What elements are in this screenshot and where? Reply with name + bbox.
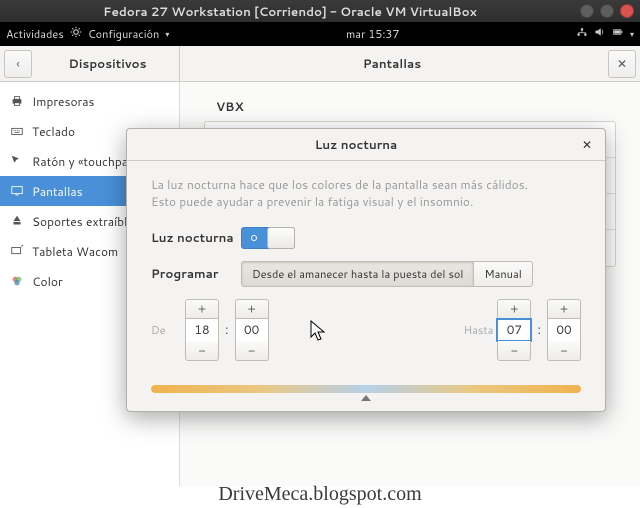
schedule-manual-button[interactable]: Manual (474, 261, 532, 287)
activities-button[interactable]: Actividades (6, 26, 64, 42)
window-maximize-button[interactable] (600, 4, 614, 18)
settings-header: ‹ Dispositivos Pantallas ✕ (0, 46, 640, 82)
schedule-auto-button[interactable]: Desde el amanecer hasta la puesta del so… (241, 261, 474, 287)
to-label: Hasta (453, 322, 493, 338)
settings-icon (70, 26, 82, 42)
toggle-on-indicator-icon (251, 235, 257, 241)
colon: : (537, 321, 541, 339)
volume-icon[interactable] (594, 26, 606, 42)
window-close-button[interactable] (620, 4, 634, 18)
to-minute-input[interactable]: 00 (547, 319, 581, 341)
display-name: VBX (216, 98, 616, 115)
from-hour-down-button[interactable]: − (185, 341, 219, 361)
from-time-group: + 18 − : + 00 − (185, 299, 269, 361)
watermark: DriveMeca.blogspot.com (0, 483, 640, 506)
from-minute-input[interactable]: 00 (235, 319, 269, 341)
dialog-description: La luz nocturna hace que los colores de … (151, 177, 581, 211)
window-minimize-button[interactable] (580, 4, 594, 18)
to-minute-spinner: + 00 − (547, 299, 581, 361)
from-hour-input[interactable]: 18 (185, 319, 219, 341)
display-icon (10, 184, 24, 198)
sidebar-item-label: Ratón y «touchpad» (32, 153, 140, 170)
mouse-icon (10, 154, 24, 168)
slider-caret-icon (361, 395, 371, 401)
from-hour-spinner: + 18 − (185, 299, 219, 361)
battery-icon[interactable] (612, 26, 624, 42)
drive-icon (10, 214, 24, 228)
to-hour-spinner: + 07 − (497, 299, 531, 361)
close-icon: ✕ (617, 55, 627, 72)
from-minute-down-button[interactable]: − (235, 341, 269, 361)
sidebar-title: Dispositivos (36, 55, 179, 72)
sidebar-item-label: Teclado (32, 123, 75, 140)
chevron-down-icon[interactable]: ▾ (630, 28, 634, 40)
sidebar-item-label: Color (32, 273, 63, 290)
to-hour-down-button[interactable]: − (497, 341, 531, 361)
sidebar-item-label: Pantallas (32, 183, 83, 200)
sidebar-item-label: Impresoras (32, 93, 94, 110)
back-button[interactable]: ‹ (4, 50, 32, 78)
virtualbox-titlebar: Fedora 27 Workstation [Corriendo] - Orac… (0, 0, 640, 22)
clock[interactable]: mar 15:37 (169, 26, 576, 42)
night-light-label: Luz nocturna (151, 229, 241, 246)
to-hour-up-button[interactable]: + (497, 299, 531, 319)
dialog-close-button[interactable]: ✕ (577, 135, 597, 155)
to-minute-up-button[interactable]: + (547, 299, 581, 319)
to-time-group: + 07 − : + 00 − (497, 299, 581, 361)
printer-icon (10, 94, 24, 108)
sidebar-item-label: Tableta Wacom (32, 243, 118, 260)
color-icon (10, 274, 24, 288)
settings-close-button[interactable]: ✕ (608, 50, 636, 78)
keyboard-icon (10, 124, 24, 138)
night-light-dialog: Luz nocturna ✕ La luz nocturna hace que … (126, 128, 606, 412)
to-minute-down-button[interactable]: − (547, 341, 581, 361)
from-hour-up-button[interactable]: + (185, 299, 219, 319)
virtualbox-title: Fedora 27 Workstation [Corriendo] - Orac… (6, 3, 574, 20)
close-icon: ✕ (582, 136, 592, 153)
page-title: Pantallas (180, 55, 604, 72)
sidebar-item-label: Soportes extraíbles (32, 213, 140, 230)
dialog-title: Luz nocturna (135, 136, 577, 153)
sidebar-item-printers[interactable]: Impresoras (0, 86, 179, 116)
gnome-top-bar: Actividades Configuración ▾ mar 15:37 ▾ (0, 22, 640, 46)
to-hour-input[interactable]: 07 (497, 319, 531, 341)
colon: : (225, 321, 229, 339)
color-temperature-slider[interactable] (151, 385, 581, 393)
tablet-icon (10, 244, 24, 258)
chevron-left-icon: ‹ (16, 55, 19, 72)
schedule-mode-group: Desde el amanecer hasta la puesta del so… (241, 261, 533, 287)
from-minute-spinner: + 00 − (235, 299, 269, 361)
from-label: De (151, 322, 181, 338)
night-light-toggle[interactable] (241, 227, 295, 249)
network-icon[interactable] (576, 26, 588, 42)
schedule-label: Programar (151, 265, 241, 282)
app-menu-label[interactable]: Configuración (88, 26, 160, 42)
from-minute-up-button[interactable]: + (235, 299, 269, 319)
